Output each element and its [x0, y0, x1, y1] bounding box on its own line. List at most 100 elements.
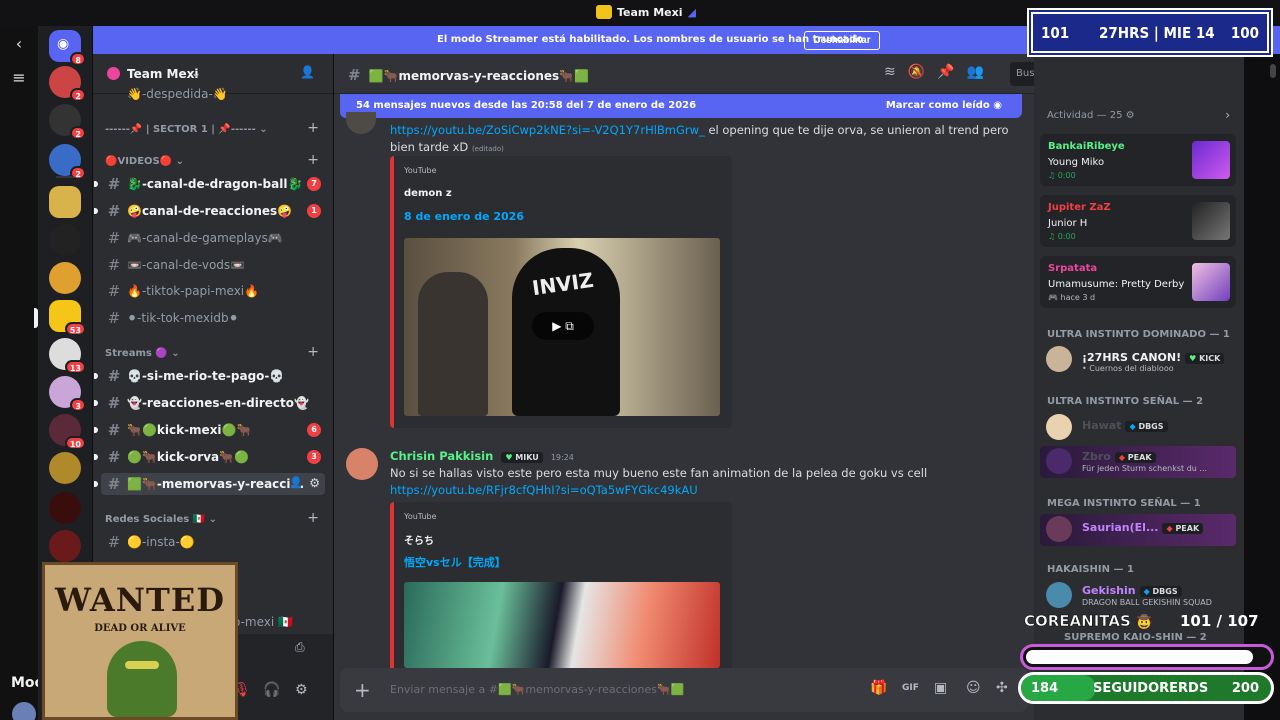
- discord-home-icon[interactable]: 8 ◉: [49, 30, 86, 66]
- channel-item-kick-orva[interactable]: # 🟢🐂kick-orva🐂🟢 3: [94, 446, 325, 468]
- avatar[interactable]: [12, 702, 36, 720]
- deafen-icon[interactable]: 🎧: [263, 682, 280, 698]
- avatar[interactable]: [346, 112, 376, 134]
- youtube-embed: YouTube demon z 8 de enero de 2026 INVIZ…: [390, 156, 732, 428]
- member-item[interactable]: Zbro ◆ PEAK Für jeden Sturm schenkst du .…: [1040, 446, 1236, 478]
- hash-icon: #: [107, 533, 121, 551]
- server-icon[interactable]: [49, 492, 81, 524]
- member-item[interactable]: Hawat ◆ DBGS: [1040, 412, 1236, 444]
- screen-share-icon[interactable]: ⎙: [295, 640, 305, 655]
- dm-avatar[interactable]: 2: [49, 104, 86, 140]
- server-icon[interactable]: [49, 452, 81, 484]
- role-header: HAKAISHIN — 1: [1047, 564, 1134, 575]
- message-link[interactable]: https://youtu.be/RFjr8cfQHhI?si=oQTa5wFY…: [390, 483, 698, 497]
- member-list-icon[interactable]: 👥: [967, 64, 984, 80]
- server-icon[interactable]: [49, 530, 81, 562]
- member-item[interactable]: Saurian(El... ◆ PEAK: [1040, 514, 1236, 546]
- avatar[interactable]: [346, 448, 378, 480]
- message-author[interactable]: Chrisin Pakkisin ♥ MIKU 19:24: [390, 449, 574, 463]
- message-composer[interactable]: + Enviar mensaje a #🟩🐂memorvas-y-reaccio…: [340, 668, 1028, 712]
- unread-dot: [94, 208, 98, 214]
- server-avatar-icon: [107, 67, 120, 80]
- play-icon[interactable]: ▶ ⧉: [532, 312, 594, 340]
- add-channel-icon[interactable]: +: [307, 152, 319, 168]
- channel-item-reacciones-en-directo[interactable]: # 👻-reacciones-en-directo👻: [94, 392, 325, 414]
- category-sector-1[interactable]: ------📌 | SECTOR 1 | 📌------ ⌄: [105, 124, 268, 135]
- avatar: [1046, 448, 1072, 474]
- wanted-poster: WANTED DEAD OR ALIVE: [42, 562, 238, 720]
- role-header: ULTRA INSTINTO SEÑAL — 2: [1047, 396, 1204, 407]
- video-thumbnail[interactable]: [404, 582, 720, 668]
- youtube-embed: YouTube そらち 悟空vsセル【完成】: [390, 502, 732, 668]
- stream-strip: ‹ ≡ Moc: [0, 26, 43, 720]
- channel-item-kick-mexi[interactable]: # 🐂🟢kick-mexi🟢🐂 6: [94, 419, 325, 441]
- gear-icon[interactable]: ⚙: [295, 682, 308, 698]
- server-icon[interactable]: [49, 224, 81, 256]
- add-member-icon[interactable]: 👤: [300, 65, 315, 79]
- hash-icon: #: [107, 475, 121, 493]
- unread-dot: [94, 454, 98, 460]
- member-item[interactable]: Gekishin ◆ DBGS DRAGON BALL GEKISHIN SQUA…: [1040, 580, 1236, 612]
- add-channel-icon[interactable]: +: [307, 510, 319, 526]
- window-title: Team Mexi ◢: [596, 5, 696, 19]
- category-redes-sociales[interactable]: Redes Sociales 🇲🇽 ⌄: [105, 514, 217, 525]
- threads-icon[interactable]: ≋: [884, 64, 896, 80]
- gif-icon[interactable]: GIF: [902, 683, 919, 693]
- video-thumbnail[interactable]: INVIZ ▶ ⧉: [404, 238, 720, 416]
- activity-card[interactable]: BankaiRibeye Young Miko ♫ 0:00: [1040, 134, 1236, 186]
- dm-avatar[interactable]: 2: [49, 144, 86, 180]
- pin-icon[interactable]: 📌: [937, 64, 954, 80]
- invite-icon[interactable]: 👤: [289, 476, 303, 489]
- menu-icon[interactable]: ≡: [10, 68, 28, 87]
- channel-item[interactable]: 👋-despedida-👋: [101, 86, 325, 102]
- notifications-muted-icon[interactable]: 🔕: [908, 64, 925, 80]
- emoji-icon: 🤠: [1136, 615, 1153, 631]
- category-videos[interactable]: 🔴VIDEOS🔴 ⌄: [105, 156, 184, 167]
- channel-item-gameplays[interactable]: # 🎮-canal-de-gameplays🎮: [101, 227, 325, 249]
- message-link[interactable]: https://youtu.be/ZoSiCwp2kNE?si=-V2Q1Y7r…: [390, 123, 705, 137]
- active-server-indicator: [34, 308, 38, 328]
- chevron-right-icon[interactable]: ›: [1225, 108, 1230, 122]
- category-streams[interactable]: Streams 🟣 ⌄: [105, 348, 180, 359]
- emoji-icon[interactable]: ☺: [966, 680, 981, 696]
- new-messages-bar[interactable]: 54 mensajes nuevos desde las 20:58 del 7…: [340, 94, 1022, 118]
- channel-item-tik-tok-mexidb[interactable]: # ⚫-tik-tok-mexidb⚫: [101, 307, 325, 329]
- message-input[interactable]: Enviar mensaje a #🟩🐂memorvas-y-reaccione…: [390, 683, 684, 696]
- dm-avatar[interactable]: 2: [49, 66, 86, 102]
- channel-item-partial[interactable]: o-mexi 🇲🇽: [233, 611, 323, 633]
- channel-item-insta[interactable]: # 🟡-insta-🟡: [101, 531, 325, 553]
- attach-plus-icon[interactable]: +: [354, 678, 371, 702]
- channel-item-si-me-rio[interactable]: # 💀-si-me-rio-te-pago-💀: [94, 365, 325, 387]
- chevron-down-icon: ⌄: [191, 66, 202, 80]
- activity-card[interactable]: Srpatata Umamusume: Pretty Derby 🎮 hace …: [1040, 256, 1236, 308]
- member-item[interactable]: ¡27HRS CANON! ♥ KICK • Cuernos del diablo…: [1040, 344, 1236, 376]
- role-header: MEGA INSTINTO SEÑAL — 1: [1047, 498, 1201, 509]
- channel-item-reacciones[interactable]: # 🤪canal-de-reacciones🤪 1: [94, 200, 325, 222]
- server-icon[interactable]: [49, 262, 81, 294]
- add-channel-icon[interactable]: +: [307, 344, 319, 360]
- gift-icon[interactable]: 🎁: [870, 680, 887, 696]
- channel-item-dragon-ball[interactable]: # 🐉-canal-de-dragon-ball🐉 7: [94, 173, 325, 195]
- channel-item-vods[interactable]: # 📼-canal-de-vods📼: [101, 254, 325, 276]
- server-icon[interactable]: 3: [49, 376, 86, 412]
- channel-item-tiktok-papi-mexi[interactable]: # 🔥-tiktok-papi-mexi🔥: [101, 280, 325, 302]
- server-icon[interactable]: 13: [49, 338, 86, 374]
- server-icon[interactable]: [49, 186, 81, 218]
- unread-dot: [94, 427, 98, 433]
- disable-streamer-button[interactable]: Deshabilitar: [804, 31, 880, 50]
- activity-header[interactable]: Actividad — 25 ⚙: [1047, 110, 1135, 121]
- server-icon[interactable]: 10: [49, 414, 86, 450]
- sticker-icon[interactable]: ▣: [934, 680, 947, 696]
- apps-icon[interactable]: ✣: [996, 680, 1008, 696]
- server-icon-team-mexi[interactable]: 53: [49, 300, 86, 336]
- activity-card[interactable]: Jupiter ZaZ Junior H ♫ 0:00: [1040, 195, 1236, 247]
- channel-item-memorvas-active[interactable]: # 🟩🐂-memorvas-y-reacci... 👤 ⚙: [94, 473, 325, 495]
- hash-icon: #: [107, 309, 121, 327]
- add-channel-icon[interactable]: +: [307, 120, 319, 136]
- hash-icon: #: [107, 202, 121, 220]
- back-arrow-icon[interactable]: ‹: [10, 34, 28, 53]
- gear-icon[interactable]: ⚙: [309, 476, 320, 490]
- app-root: Team Mexi ◢ ‹ ≡ Moc 8 ◉ 2 2 2 53 13 3 10 E…: [0, 0, 1280, 720]
- scrollbar-thumb[interactable]: [1270, 64, 1276, 78]
- mark-as-read-button[interactable]: Marcar como leído ◉: [886, 100, 1002, 111]
